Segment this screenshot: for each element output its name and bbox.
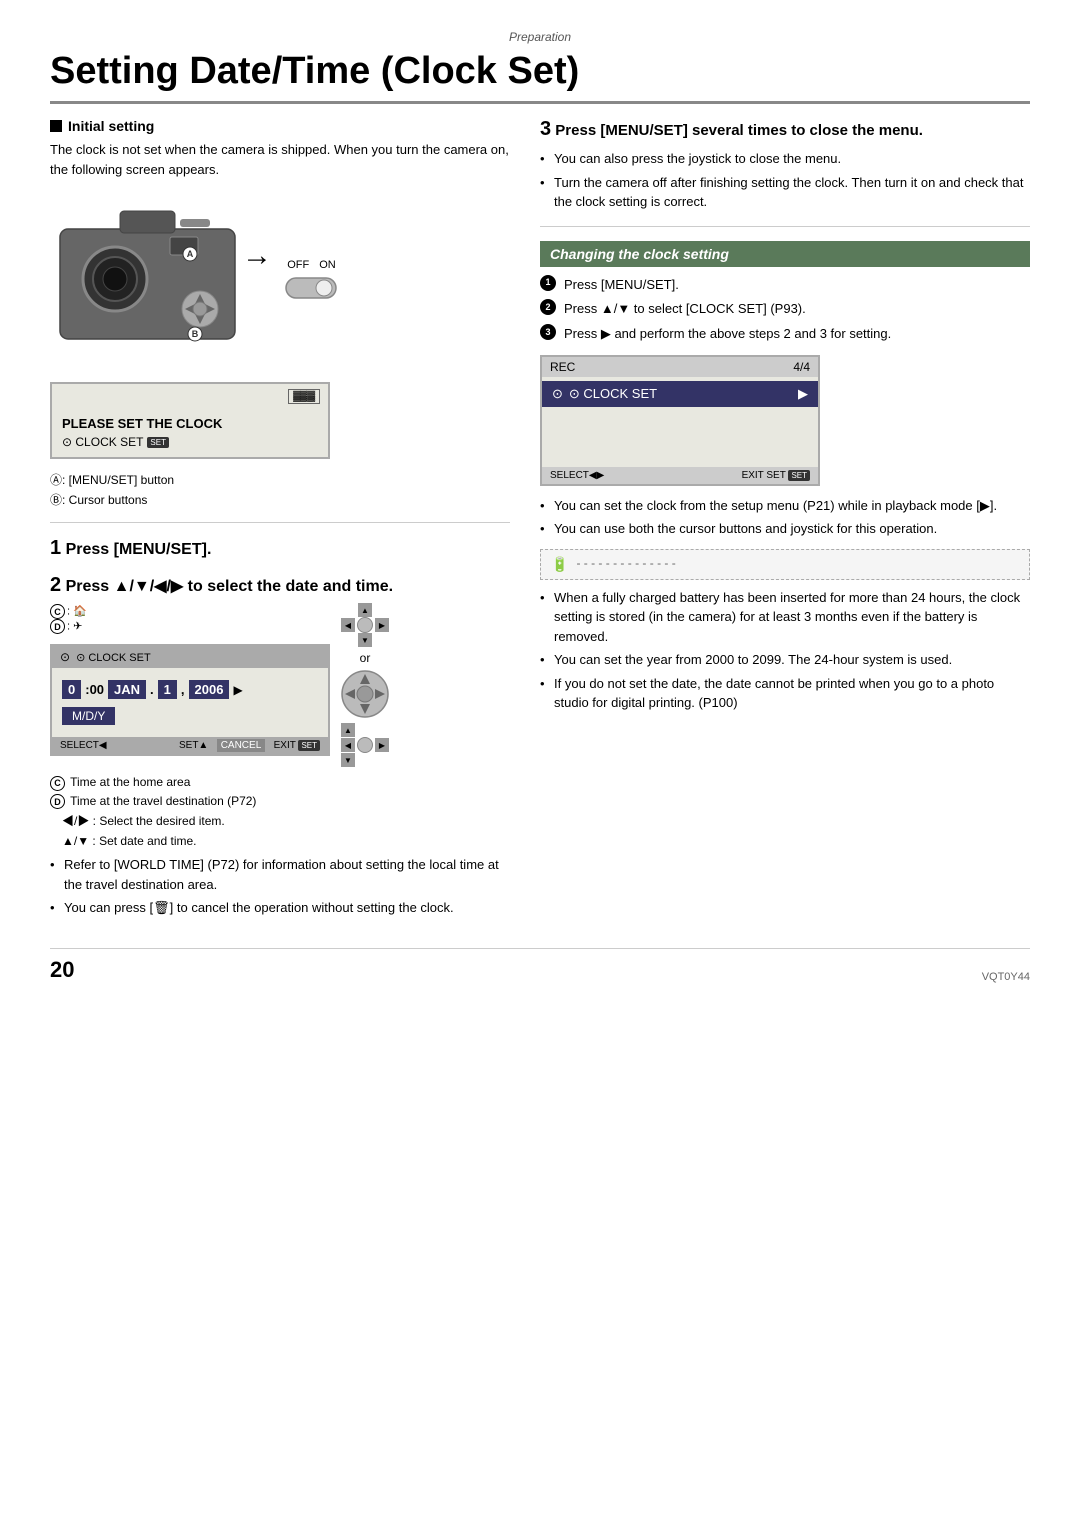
instruction-2: 2 Press ▲/▼ to select [CLOCK SET] (P93). — [540, 299, 1030, 320]
right-note-1: You can set the clock from the setup men… — [540, 496, 1030, 516]
black-square-icon — [50, 120, 62, 132]
clockset-footer: SELECT◀ SET▲ CANCEL EXIT SET — [52, 737, 328, 754]
switch-svg — [284, 274, 339, 302]
step2-labels: C Time at the home area D Time at the tr… — [50, 775, 510, 849]
or-text: or — [360, 651, 371, 665]
section-label: Preparation — [50, 30, 1030, 44]
rec-item-clock: ⊙ ⊙ CLOCK SET ▶ — [542, 381, 818, 407]
left-column: Initial setting The clock is not set whe… — [50, 118, 510, 928]
rec-item-empty-1 — [542, 407, 818, 435]
clockset-header: ⊙ ⊙ CLOCK SET — [52, 646, 328, 668]
battery-indicator: ▓▓▓ — [288, 389, 320, 404]
clock-set-icon: ⊙ — [552, 386, 563, 402]
svg-text:A: A — [187, 249, 194, 259]
content-row: Initial setting The clock is not set whe… — [50, 118, 1030, 928]
step3-bullets: You can also press the joystick to close… — [540, 149, 1030, 212]
step3-text: Press [MENU/SET] several times to close … — [555, 122, 923, 139]
instruction-3: 3 Press ▶ and perform the above steps 2 … — [540, 324, 1030, 345]
clockset-area: C: 🏠 D: ✈ ⊙ ⊙ CLOCK SET 0 :00 JAN — [50, 603, 510, 767]
initial-setting-heading: Initial setting — [50, 118, 510, 134]
clock-icon: ⊙ — [60, 650, 70, 664]
switch-diagram: OFF ON — [284, 259, 339, 302]
clockset-icons: C: 🏠 D: ✈ — [50, 604, 330, 634]
right-note-5: If you do not set the date, the date can… — [540, 674, 1030, 713]
step2-bullet-2: You can press [🗑] to cancel the operatio… — [50, 898, 510, 918]
dpad-diagram — [340, 669, 390, 719]
label-b: Ⓑ: Cursor buttons — [50, 491, 510, 508]
lcd-sub-text: ⊙ CLOCK SET SET — [62, 435, 318, 449]
clockset-ui: ⊙ ⊙ CLOCK SET 0 :00 JAN . 1 , 200 — [50, 644, 330, 756]
clockset-body: 0 :00 JAN . 1 , 2006 ▶ M/D/Y — [52, 668, 328, 737]
right-note-3: When a fully charged battery has been in… — [540, 588, 1030, 647]
right-notes: You can set the clock from the setup men… — [540, 496, 1030, 539]
mdy-label: M/D/Y — [62, 707, 115, 725]
joystick-arrows: ▲ ◀ ▶ ▼ or — [340, 603, 390, 767]
page-title: Setting Date/Time (Clock Set) — [50, 50, 1030, 104]
right-note-4: You can set the year from 2000 to 2099. … — [540, 650, 1030, 670]
right-notes-2: When a fully charged battery has been in… — [540, 588, 1030, 713]
cancel-btn: CANCEL — [217, 739, 266, 752]
changing-clock-heading: Changing the clock setting — [540, 241, 1030, 267]
page-footer: 20 VQT0Y44 — [50, 948, 1030, 983]
svg-text:B: B — [192, 329, 199, 339]
step2-bullets: Refer to [WORLD TIME] (P72) for informat… — [50, 855, 510, 918]
doc-code: VQT0Y44 — [982, 971, 1030, 983]
step2-bullet-1: Refer to [WORLD TIME] (P72) for informat… — [50, 855, 510, 894]
step3-bullet-2: Turn the camera off after finishing sett… — [540, 173, 1030, 212]
right-note-2: You can use both the cursor buttons and … — [540, 519, 1030, 539]
camera-illustration: A B → — [50, 189, 250, 372]
lcd-main-text: PLEASE SET THE CLOCK — [62, 416, 318, 431]
date-display: 0 :00 JAN . 1 , 2006 ▶ — [62, 680, 318, 699]
step3-bullet-1: You can also press the joystick to close… — [540, 149, 1030, 169]
arrow-icon: → — [242, 239, 272, 273]
battery-note-icon: 🔋 — [551, 556, 568, 573]
rec-footer: SELECT◀▶ EXIT SET SET — [542, 467, 818, 484]
rec-body: ⊙ ⊙ CLOCK SET ▶ — [542, 377, 818, 467]
initial-setting-body: The clock is not set when the camera is … — [50, 140, 510, 179]
step1-text: Press [MENU/SET]. — [66, 541, 212, 558]
step2-header: 2 Press ▲/▼/◀/▶ to select the date and t… — [50, 574, 510, 597]
lcd-screen: ▓▓▓ PLEASE SET THE CLOCK ⊙ CLOCK SET SET — [50, 382, 330, 459]
instruction-1: 1 Press [MENU/SET]. — [540, 275, 1030, 296]
set-badge: SET — [147, 437, 169, 448]
rec-header: REC 4/4 — [542, 357, 818, 377]
label-a: Ⓐ: [MENU/SET] button — [50, 471, 510, 488]
page: Preparation Setting Date/Time (Clock Set… — [0, 0, 1080, 1534]
rec-item-empty-2 — [542, 435, 818, 463]
step1-header: 1 Press [MENU/SET]. — [50, 537, 510, 560]
step2-text: Press ▲/▼/◀/▶ to select the date and tim… — [66, 578, 393, 595]
right-column: 3 Press [MENU/SET] several times to clos… — [540, 118, 1030, 723]
camera-svg: A B — [50, 189, 250, 369]
rec-menu: REC 4/4 ⊙ ⊙ CLOCK SET ▶ SELECT◀▶ EXIT SE… — [540, 355, 820, 486]
page-number: 20 — [50, 957, 74, 983]
step3-header: 3 Press [MENU/SET] several times to clos… — [540, 118, 1030, 141]
note-box: 🔋 - - - - - - - - - - - - - - — [540, 549, 1030, 580]
